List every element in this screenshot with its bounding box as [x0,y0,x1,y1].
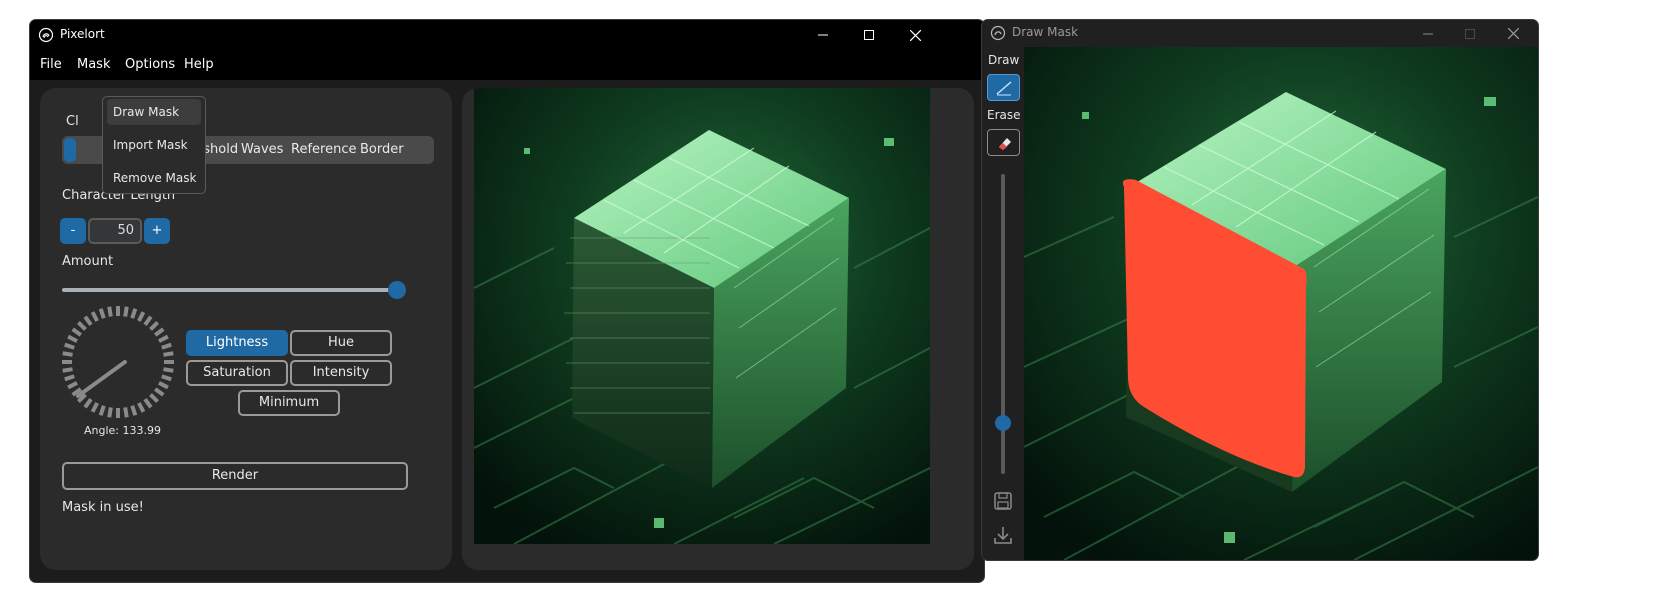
dial-tick [130,308,138,319]
minimize-icon [1423,33,1433,34]
dial-tick [158,334,169,343]
hue-button[interactable]: Hue [290,330,392,356]
tool-column: Draw Erase [982,47,1024,560]
eraser-icon [998,137,1011,150]
amount-slider[interactable] [62,288,402,292]
tab-border[interactable]: Border [360,142,404,157]
dial-tick [107,306,113,317]
dial-tick [154,327,165,337]
angle-dial[interactable] [60,304,176,420]
dial-tick [154,387,165,397]
mask-minimize-button[interactable] [1405,20,1451,47]
minimize-icon [818,34,828,36]
erase-label: Erase [987,108,1021,122]
download-icon[interactable] [993,525,1013,545]
draw-tool-button[interactable] [987,74,1020,101]
dial-tick [64,374,75,382]
dial-tick [149,320,160,331]
pen-icon [996,80,1011,95]
dial-tick [76,320,87,331]
close-icon [1507,28,1519,39]
dial-tick [62,351,73,357]
tabs-partial-label: Cl [66,114,79,129]
mask-canvas-image [1024,47,1538,560]
dial-tick [130,405,138,416]
dial-tick [98,308,106,319]
dial-tick [71,327,82,337]
tab-waves[interactable]: Waves [241,142,283,157]
dial-tick [90,402,99,413]
mask-maximize-button[interactable] [1447,20,1493,47]
maximize-button[interactable] [846,20,892,50]
dial-tick [123,306,129,317]
menu-mask[interactable]: Mask [77,57,110,72]
import-mask-item[interactable]: Import Mask [107,132,201,158]
menu-options[interactable]: Options [125,57,175,72]
mask-canvas[interactable] [1024,47,1538,560]
preview-image [474,88,930,544]
window-title: Pixelort [60,27,105,41]
saturation-button[interactable]: Saturation [186,360,288,386]
menu-help[interactable]: Help [184,57,214,72]
close-button[interactable] [892,20,938,50]
dial-tick [137,402,146,413]
dial-tick [107,407,113,418]
dial-needle [76,360,127,398]
dial-tick [161,374,172,382]
draw-mask-window: Draw Mask Draw Erase [982,20,1538,560]
mask-dropdown-menu: Draw Mask Import Mask Remove Mask [102,96,206,194]
dial-ticks [62,306,174,418]
mask-close-button[interactable] [1490,20,1536,47]
dial-tick [62,367,73,373]
dial-tick [163,367,174,373]
tab-selected[interactable] [64,138,76,162]
minimum-button[interactable]: Minimum [238,390,340,416]
dial-tick [143,315,153,326]
dial-tick [161,342,172,350]
amount-slider-handle[interactable] [388,281,406,299]
image-preview-panel [462,88,974,570]
lightness-button[interactable]: Lightness [186,330,288,356]
draw-label: Draw [988,53,1020,67]
brush-size-handle[interactable] [995,415,1011,431]
erase-tool-button[interactable] [987,129,1020,156]
dial-tick [149,393,160,404]
menu-file[interactable]: File [40,57,62,72]
dial-tick [83,398,93,409]
save-icon[interactable] [993,491,1013,511]
minimize-button[interactable] [800,20,846,50]
pixelort-window: Pixelort File Mask Options Help Cl Thres… [30,20,984,582]
angle-label: Angle: 133.99 [84,424,161,437]
dial-tick [67,381,78,390]
draw-mask-item[interactable]: Draw Mask [107,99,201,125]
mask-title-bar: Draw Mask [982,20,1538,47]
dial-tick [137,311,146,322]
amount-label: Amount [62,254,114,269]
render-button[interactable]: Render [62,462,408,490]
menu-bar: File Mask Options Help [30,50,984,80]
remove-mask-item[interactable]: Remove Mask [107,165,201,191]
mask-app-logo-icon [990,25,1006,41]
dial-tick [98,405,106,416]
maximize-icon [864,30,874,40]
dial-tick [158,381,169,390]
mask-window-title: Draw Mask [1012,25,1079,39]
tab-reference[interactable]: Reference [291,142,356,157]
close-icon [909,29,921,41]
dial-tick [83,315,93,326]
dial-tick [67,334,78,343]
dial-tick [123,407,129,418]
increment-button[interactable]: + [144,218,170,244]
app-logo-icon [38,27,54,43]
character-length-input[interactable]: 50 [88,218,142,244]
title-bar: Pixelort [30,20,984,50]
intensity-button[interactable]: Intensity [290,360,392,386]
dial-tick [64,342,75,350]
dial-tick [90,311,99,322]
maximize-icon [1465,28,1475,39]
decrement-button[interactable]: - [60,218,86,244]
dial-tick [143,398,153,409]
status-text: Mask in use! [62,500,144,515]
dial-tick [163,351,174,357]
